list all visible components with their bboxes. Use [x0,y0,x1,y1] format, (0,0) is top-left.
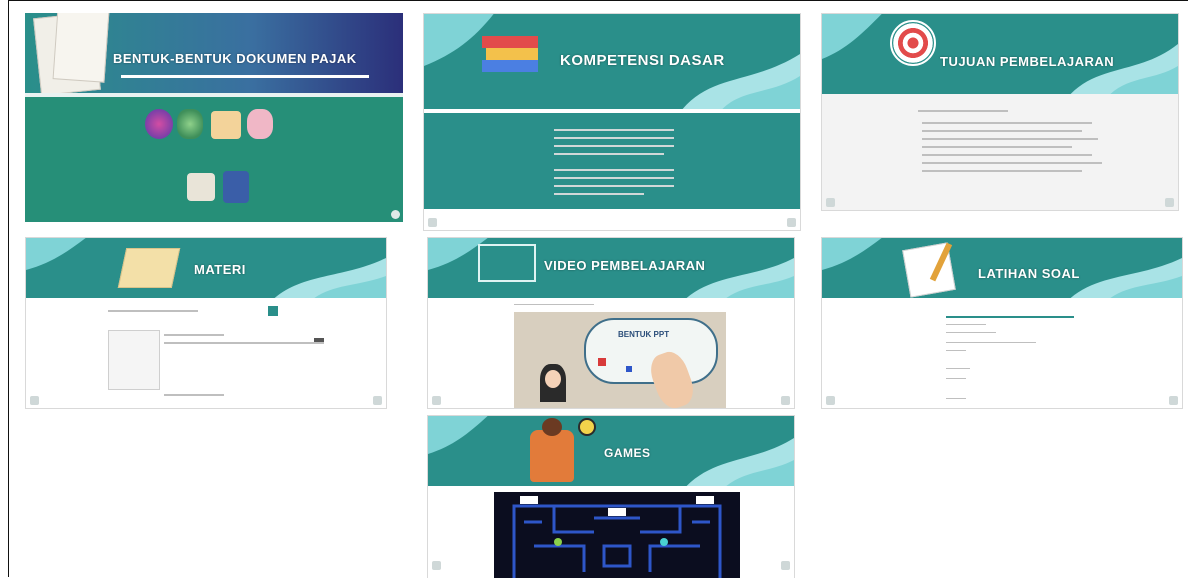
slide-latihan-soal[interactable]: LATIHAN SOAL [821,237,1183,409]
content-line [164,342,324,344]
slide-1-divider [25,93,403,97]
content-line [554,177,674,179]
content-line [922,146,1072,148]
slide-materi[interactable]: MATERI [25,237,387,409]
document-icon-4[interactable] [247,109,273,139]
content-line [514,304,594,305]
form-line [946,398,966,399]
content-line [554,129,674,131]
form-line [946,332,996,333]
document-icon-3[interactable] [211,111,241,139]
prev-slide-button[interactable] [826,198,835,207]
slide-games[interactable]: GAMES [427,415,795,578]
next-slide-button[interactable] [1165,198,1174,207]
slide-bentuk-dokumen-pajak[interactable]: BENTUK-BENTUK DOKUMEN PAJAK [25,13,403,222]
form-line [946,378,966,379]
form-line [946,350,966,351]
document-icon-2[interactable] [177,109,203,139]
form-accent-bar [946,316,1074,318]
slide-tujuan-pembelajaran[interactable]: TUJUAN PEMBELAJARAN [821,13,1179,211]
title-underline [121,75,369,78]
prev-slide-button[interactable] [432,396,441,405]
slide-title: MATERI [194,262,246,277]
form-line [946,368,970,369]
content-heading [108,310,198,312]
video-player[interactable]: BENTUK PPT [514,312,726,408]
slide-5-banner: VIDEO PEMBELAJARAN [428,238,794,298]
slide-title: VIDEO PEMBELAJARAN [544,258,706,273]
slide-1-header: BENTUK-BENTUK DOKUMEN PAJAK [25,13,403,96]
content-line [922,130,1082,132]
content-line [164,334,224,336]
slide-2-content [424,113,800,209]
content-line [922,154,1092,156]
presenter-face [545,370,561,388]
slides-overview-grid: BENTUK-BENTUK DOKUMEN PAJAK KOMPETENSI D… [8,0,1188,578]
document-icon-1[interactable] [145,109,173,139]
pin-blue [626,366,632,372]
character-head [542,418,562,436]
document-illustration-back [52,13,110,83]
content-line [918,110,1008,112]
content-line [922,138,1098,140]
badge-icon [578,418,596,436]
books-icon [482,36,538,78]
prev-slide-button[interactable] [432,561,441,570]
folder-icon [117,248,181,288]
content-line [164,394,224,396]
monitor-icon [478,244,536,282]
slide-title: TUJUAN PEMBELAJARAN [940,54,1115,69]
content-line [554,137,674,139]
slide-kompetensi-dasar[interactable]: KOMPETENSI DASAR [423,13,801,231]
content-line [554,169,674,171]
content-line [922,162,1102,164]
gamepad-character-icon [530,430,574,482]
download-button[interactable] [314,338,324,342]
next-slide-button[interactable] [781,561,790,570]
slide-6-banner: LATIHAN SOAL [822,238,1182,298]
content-line [554,193,644,195]
maze [512,496,722,578]
slide-2-banner: KOMPETENSI DASAR [424,14,800,109]
prev-slide-button[interactable] [30,396,39,405]
content-line [554,145,674,147]
content-line [554,153,664,155]
slide-3-banner: TUJUAN PEMBELAJARAN [822,14,1178,94]
form-line [946,342,1036,343]
prev-slide-button[interactable] [428,218,437,227]
content-line [922,122,1092,124]
document-icon-5[interactable] [187,173,215,201]
slide-title: KOMPETENSI DASAR [560,52,725,69]
slide-4-banner: MATERI [26,238,386,298]
video-overlay-text: BENTUK PPT [618,330,670,339]
next-slide-button[interactable] [1169,396,1178,405]
slide-title: BENTUK-BENTUK DOKUMEN PAJAK [113,51,357,66]
form-line [946,324,986,325]
pin-red [598,358,606,366]
next-slide-button[interactable] [391,210,400,219]
document-thumbnail[interactable] [108,330,160,390]
next-slide-button[interactable] [787,218,796,227]
game-canvas[interactable] [494,492,740,578]
next-slide-button[interactable] [373,396,382,405]
slide-title: GAMES [604,446,651,460]
document-icon-6[interactable] [223,171,249,203]
target-icon [890,20,936,66]
action-badge[interactable] [268,306,278,316]
slide-7-banner: GAMES [428,416,794,486]
slide-title: LATIHAN SOAL [978,266,1080,281]
content-line [554,185,674,187]
slide-video-pembelajaran[interactable]: VIDEO PEMBELAJARAN BENTUK PPT [427,237,795,409]
content-line [922,170,1082,172]
prev-slide-button[interactable] [826,396,835,405]
next-slide-button[interactable] [781,396,790,405]
